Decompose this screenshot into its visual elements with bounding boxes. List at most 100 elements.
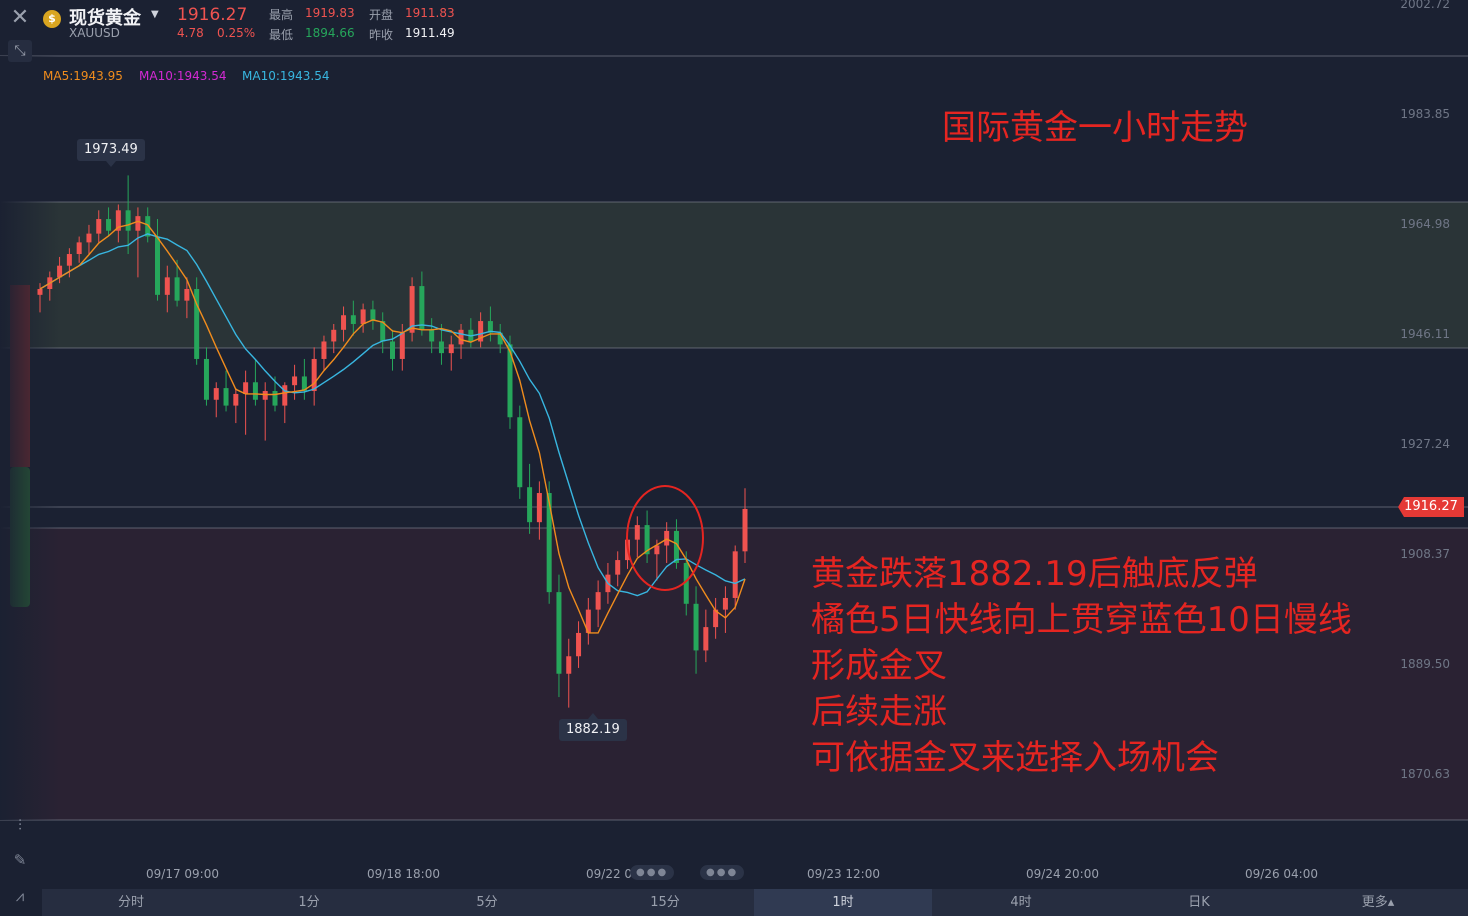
x-tick: 09/24 20:00 <box>1026 867 1099 881</box>
candle-body <box>566 656 572 674</box>
gold-coin-icon: $ <box>43 10 61 28</box>
candle-body <box>282 385 288 406</box>
current-price-tag: 1916.27 <box>1398 497 1464 517</box>
candle-body <box>311 358 317 392</box>
candle-body <box>86 233 92 243</box>
ma10-legend: MA10:1943.54 <box>139 69 227 83</box>
candle-body <box>595 592 601 610</box>
candle-body <box>732 551 738 598</box>
low-value: 1894.66 <box>305 26 355 40</box>
last-price: 1916.27 <box>177 5 248 25</box>
tab-1min[interactable]: 1分 <box>220 889 398 916</box>
candle-body <box>66 254 72 266</box>
tab-1hour[interactable]: 1时 <box>754 889 932 916</box>
left-fade <box>0 56 60 820</box>
open-label: 开盘 <box>369 8 394 22</box>
annotation-lines: 黄金跌落1882.19后触底反弹 橘色5日快线向上贯穿蓝色10日慢线 形成金叉 … <box>811 551 1352 781</box>
low-label: 最低 <box>269 28 294 42</box>
max-price-bubble: 1973.49 <box>77 139 145 161</box>
candle-body <box>693 603 699 651</box>
y-tick: 1889.50 <box>1400 657 1450 671</box>
candle-body <box>429 329 435 342</box>
candle-body <box>37 289 43 295</box>
min-price-bubble: 1882.19 <box>559 719 627 741</box>
y-tick: 1927.24 <box>1400 437 1450 451</box>
high-value: 1919.83 <box>305 6 355 20</box>
symbol-code: XAUUSD <box>69 26 120 40</box>
candle-body <box>742 508 748 552</box>
y-tick: 1964.98 <box>1400 217 1450 231</box>
candle-body <box>164 277 170 295</box>
candle-body <box>615 560 621 575</box>
y-tick: 2002.72 <box>1400 0 1450 11</box>
candle-body <box>243 382 249 394</box>
candle-body <box>399 332 405 359</box>
candle-body <box>262 391 268 400</box>
prev-close-label: 昨收 <box>369 28 394 42</box>
y-tick: 1946.11 <box>1400 327 1450 341</box>
candle-body <box>390 341 395 359</box>
candle-body <box>252 382 258 400</box>
candle-body <box>634 525 640 540</box>
candle-body <box>458 329 464 345</box>
candle-body <box>125 210 131 231</box>
tab-5min[interactable]: 5分 <box>398 889 576 916</box>
more-dots-icon[interactable]: ●●● <box>700 865 745 880</box>
price-change-percent: 0.25% <box>217 26 256 40</box>
candle-body <box>722 597 728 610</box>
ma10-legend-2: MA10:1943.54 <box>242 69 330 83</box>
upper-zone <box>0 202 1468 348</box>
ma5-legend: MA5:1943.95 <box>43 69 123 83</box>
candle-body <box>664 530 670 546</box>
candle-body <box>203 358 209 400</box>
candle-body <box>96 219 102 234</box>
candle-body <box>536 493 542 523</box>
candle-body <box>331 329 337 342</box>
max-bubble-pointer <box>106 161 116 167</box>
prev-close-value: 1911.49 <box>405 26 455 40</box>
tab-more[interactable]: 更多▴ <box>1288 889 1468 916</box>
candle-body <box>419 286 425 330</box>
candle-body <box>703 627 709 651</box>
candle-body <box>448 344 454 354</box>
y-tick: 1908.37 <box>1400 547 1450 561</box>
x-tick: 09/17 09:00 <box>146 867 219 881</box>
annotation-line: 橘色5日快线向上贯穿蓝色10日慢线 <box>811 600 1352 640</box>
chevron-down-icon[interactable]: ▼ <box>151 9 159 20</box>
expand-icon[interactable]: ⤡ <box>8 40 32 62</box>
annotation-line: 后续走涨 <box>811 692 947 732</box>
pencil-icon[interactable]: ✎ <box>8 848 32 872</box>
candle-body <box>106 219 112 231</box>
candle-body <box>438 341 444 354</box>
chart-line-icon[interactable]: ⩘ <box>8 884 32 908</box>
more-dots-icon[interactable]: ●●● <box>630 865 675 880</box>
y-tick: 1870.63 <box>1400 767 1450 781</box>
tab-15min[interactable]: 15分 <box>576 889 754 916</box>
candle-body <box>184 289 190 301</box>
candle-body <box>654 545 660 555</box>
tab-daily[interactable]: 日K <box>1110 889 1288 916</box>
candle-body <box>223 388 229 406</box>
candle-body <box>576 632 582 657</box>
annotation-title: 国际黄金一小时走势 <box>942 108 1248 148</box>
candle-body <box>360 309 366 324</box>
candle-body <box>174 277 180 301</box>
tab-4hour[interactable]: 4时 <box>932 889 1110 916</box>
period-tabs: 分时 1分 5分 15分 1时 4时 日K 更多▴ <box>42 889 1468 916</box>
candle-body <box>321 341 327 359</box>
x-tick: 09/23 12:00 <box>807 867 880 881</box>
y-tick: 1983.85 <box>1400 107 1450 121</box>
candle-body <box>292 376 298 386</box>
candle-body <box>233 393 239 406</box>
candle-body <box>527 487 533 523</box>
candle-body <box>341 315 347 330</box>
candle-body <box>155 236 160 295</box>
candle-body <box>135 216 141 231</box>
annotation-line: 可依据金叉来选择入场机会 <box>811 738 1219 778</box>
price-change: 4.78 <box>177 26 204 40</box>
indicator-icon[interactable]: ⫶ <box>8 813 32 837</box>
close-icon[interactable]: ✕ <box>8 6 32 30</box>
annotation-line: 黄金跌落1882.19后触底反弹 <box>811 554 1258 594</box>
tab-timeshare[interactable]: 分时 <box>42 889 220 916</box>
x-tick: 09/26 04:00 <box>1245 867 1318 881</box>
